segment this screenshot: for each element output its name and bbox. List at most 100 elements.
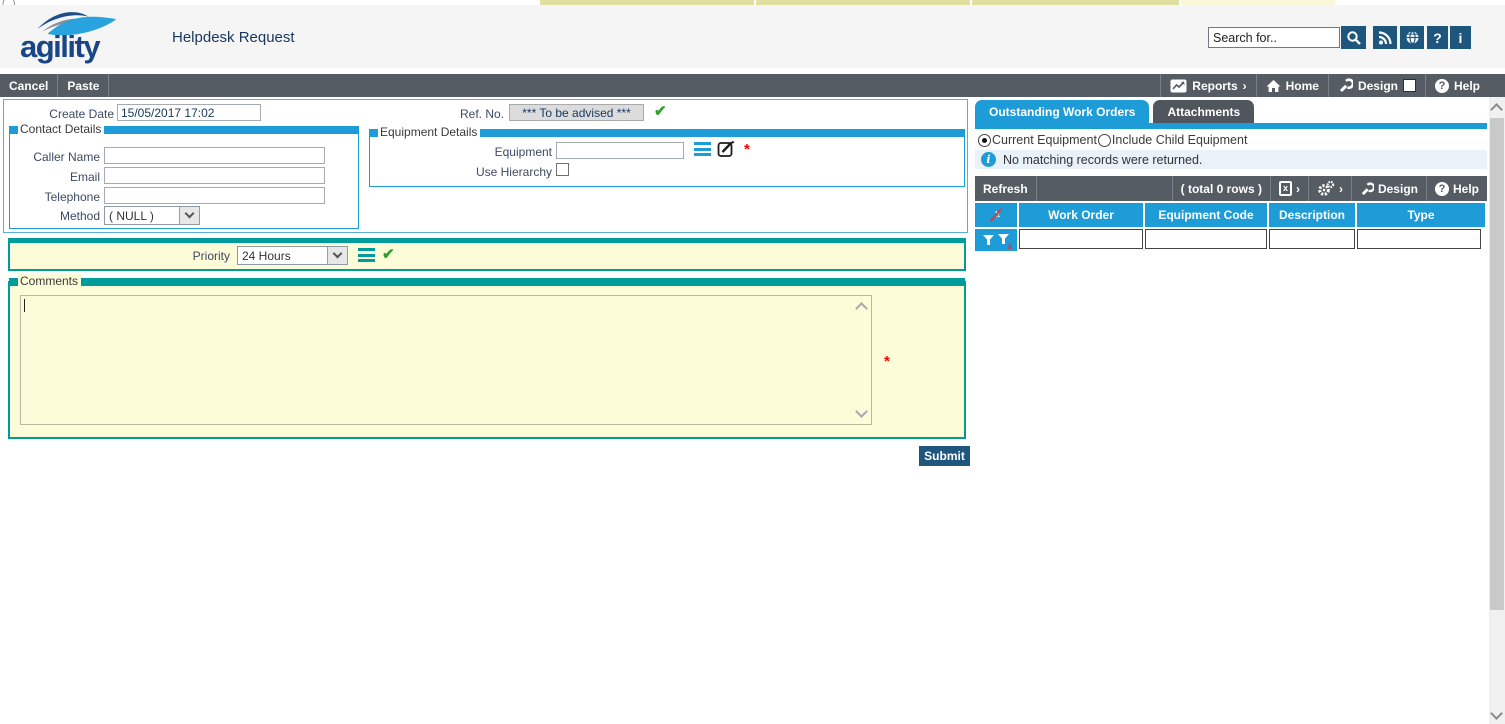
filter-input-equipment-code[interactable]	[1145, 229, 1267, 249]
caller-name-input[interactable]	[104, 147, 325, 164]
submenu-arrow-icon: ›	[1296, 182, 1300, 196]
tab-outstanding-work-orders[interactable]: Outstanding Work Orders	[975, 100, 1149, 123]
scrollbar-up-icon[interactable]	[1490, 103, 1503, 116]
grid-toolbar-spacer	[1037, 176, 1173, 201]
paste-button[interactable]: Paste	[58, 74, 109, 97]
comments-section: Comments *	[8, 281, 966, 439]
use-hierarchy-label: Use Hierarchy	[455, 165, 552, 179]
clear-filter-icon: x	[997, 233, 1010, 248]
scrollbar-down-icon[interactable]	[1490, 707, 1503, 720]
refresh-button[interactable]: Refresh	[975, 176, 1037, 201]
sort-toggle-header[interactable]: ↑↓	[975, 203, 1017, 227]
current-equipment-radio[interactable]	[978, 134, 991, 147]
include-child-equipment-radio[interactable]	[1098, 134, 1111, 147]
create-date-label: Create Date	[24, 107, 114, 121]
help-button[interactable]: ?	[1427, 26, 1448, 49]
main-toolbar: Cancel Paste Reports › Home Design	[0, 74, 1505, 97]
request-form-container: Create Date Ref. No. ✔ Contact Details C…	[3, 99, 968, 233]
globe-button[interactable]	[1400, 26, 1424, 49]
legend-square-icon	[9, 126, 18, 134]
column-header-equipment-code[interactable]: Equipment Code	[1145, 203, 1267, 227]
equipment-edit-button[interactable]	[717, 139, 737, 159]
comments-textarea[interactable]	[20, 295, 872, 425]
legend-bar	[81, 278, 965, 286]
vertical-scrollbar[interactable]	[1489, 97, 1505, 724]
design-checkbox[interactable]	[1403, 79, 1416, 92]
method-select[interactable]: ( NULL )	[104, 206, 200, 225]
method-selected-value: ( NULL )	[105, 209, 179, 223]
use-hierarchy-checkbox[interactable]	[556, 163, 569, 176]
priority-label: Priority	[130, 249, 230, 263]
info-button[interactable]: i	[1450, 26, 1471, 49]
home-label: Home	[1286, 79, 1319, 93]
wrench-icon	[1338, 78, 1353, 93]
help-circle-icon: ?	[1435, 182, 1449, 196]
active-tab-underline	[975, 123, 1487, 129]
dropdown-arrow-box[interactable]	[327, 247, 347, 264]
ref-no-input	[509, 104, 644, 121]
search-input[interactable]	[1208, 27, 1340, 48]
export-excel-button[interactable]: x ›	[1271, 176, 1309, 201]
scroll-up-icon[interactable]	[855, 302, 868, 315]
filter-input-type[interactable]	[1357, 229, 1481, 249]
equipment-lookup-button[interactable]	[694, 142, 711, 156]
filter-funnel-icon	[982, 234, 995, 246]
reports-label: Reports	[1192, 79, 1237, 93]
ref-no-valid-icon: ✔	[654, 102, 667, 120]
column-header-type[interactable]: Type	[1357, 203, 1485, 227]
refresh-label: Refresh	[983, 182, 1028, 196]
comments-required-icon: *	[884, 353, 890, 370]
design-button[interactable]: Design	[1328, 74, 1425, 97]
column-header-work-order[interactable]: Work Order	[1019, 203, 1143, 227]
report-chart-icon	[1170, 79, 1187, 93]
scrollbar-thumb[interactable]	[1490, 118, 1504, 610]
priority-valid-icon: ✔	[382, 245, 395, 263]
priority-select[interactable]: 24 Hours	[237, 246, 348, 265]
equipment-details-legend: Equipment Details	[369, 128, 965, 137]
email-input[interactable]	[104, 167, 325, 184]
excel-letter: x	[1283, 183, 1288, 193]
grid-settings-button[interactable]: ›	[1309, 176, 1352, 201]
cancel-button[interactable]: Cancel	[0, 74, 58, 97]
equipment-required-icon: *	[744, 141, 750, 158]
filter-toggle-button[interactable]: x	[975, 229, 1017, 251]
grid-help-button[interactable]: ? Help	[1427, 176, 1487, 201]
tab-label: Attachments	[1167, 105, 1240, 119]
home-button[interactable]: Home	[1256, 74, 1328, 97]
cancel-label: Cancel	[9, 79, 48, 93]
grid-design-button[interactable]: Design	[1352, 176, 1427, 201]
toolbar-help-button[interactable]: ? Help	[1425, 74, 1489, 97]
search-button[interactable]	[1341, 26, 1366, 49]
submit-button[interactable]: Submit	[919, 446, 970, 466]
feed-button[interactable]	[1373, 26, 1397, 49]
chevron-down-icon	[333, 249, 343, 259]
agility-logo[interactable]: agility	[18, 7, 128, 67]
info-icon: i	[1459, 30, 1463, 46]
gears-icon	[1317, 180, 1335, 197]
design-label: Design	[1358, 79, 1398, 93]
priority-section: Priority 24 Hours ✔	[8, 238, 966, 271]
equipment-input[interactable]	[556, 142, 684, 159]
tab-attachments[interactable]: Attachments	[1153, 100, 1254, 123]
dropdown-arrow-box[interactable]	[179, 207, 199, 224]
create-date-input[interactable]	[117, 104, 261, 121]
contact-details-legend-text: Contact Details	[18, 122, 104, 136]
tab-label: Outstanding Work Orders	[989, 105, 1135, 119]
paste-label: Paste	[67, 79, 99, 93]
search-icon	[1346, 30, 1362, 46]
total-rows-label: ( total 0 rows )	[1173, 176, 1271, 201]
question-icon: ?	[1433, 30, 1442, 46]
filter-input-description[interactable]	[1269, 229, 1355, 249]
filter-input-work-order[interactable]	[1019, 229, 1143, 249]
column-header-description[interactable]: Description	[1269, 203, 1355, 227]
priority-lookup-button[interactable]	[358, 248, 375, 262]
telephone-input[interactable]	[104, 187, 325, 204]
telephone-label: Telephone	[10, 190, 100, 204]
column-label: Work Order	[1048, 208, 1114, 222]
info-circle-icon: i	[981, 152, 996, 167]
scroll-down-icon[interactable]	[855, 405, 868, 418]
grid-filter-row: x	[975, 229, 1481, 251]
include-child-equipment-label: Include Child Equipment	[1112, 133, 1248, 147]
reports-button[interactable]: Reports ›	[1160, 74, 1255, 97]
ref-no-label: Ref. No.	[409, 107, 504, 121]
